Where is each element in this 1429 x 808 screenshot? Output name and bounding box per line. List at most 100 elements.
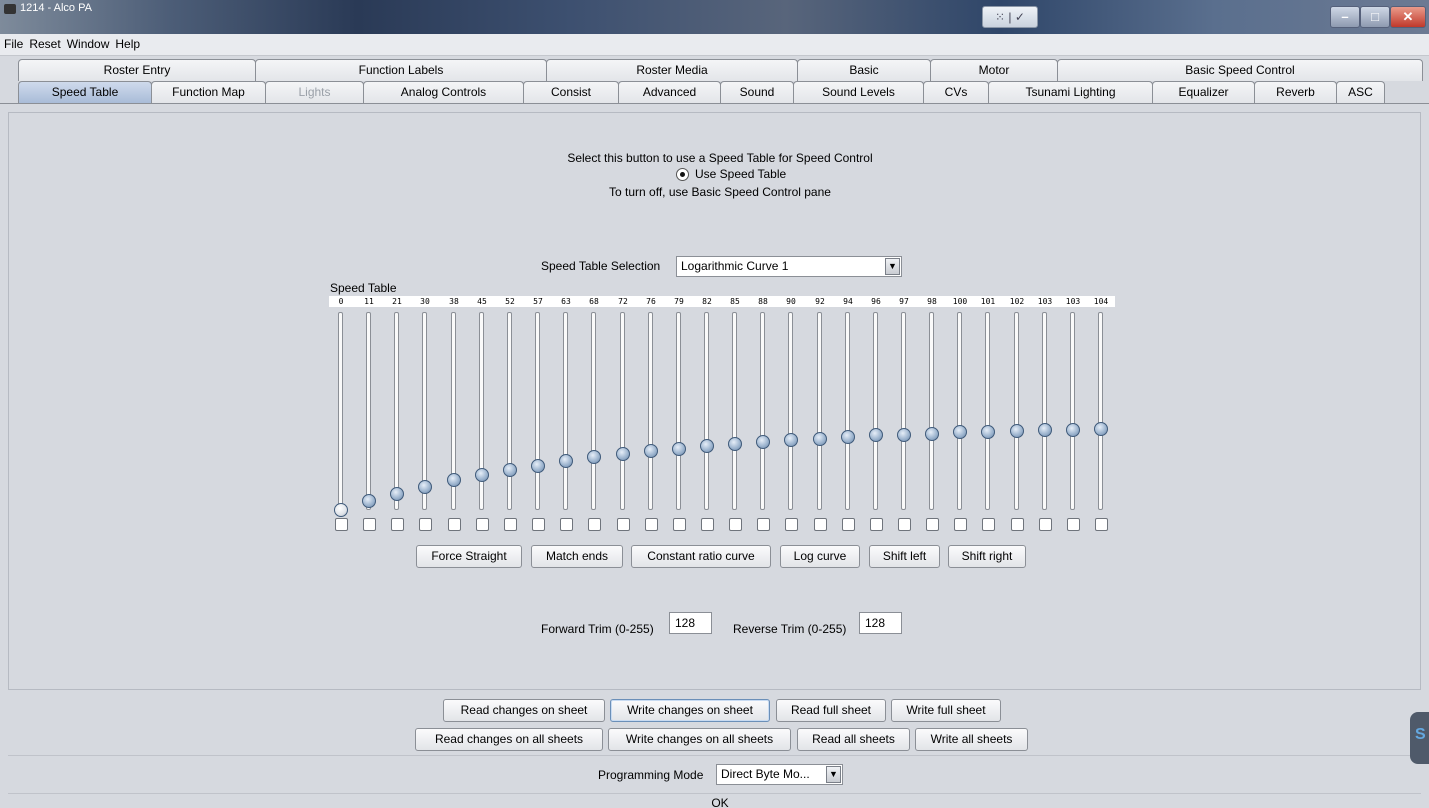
speed-step-slider-track[interactable]	[1042, 312, 1047, 510]
speed-step-lock-checkbox[interactable]	[419, 518, 432, 531]
snap-control-icon[interactable]: ⁙ | ✓	[982, 6, 1038, 28]
speed-step-lock-checkbox[interactable]	[588, 518, 601, 531]
speed-step-lock-checkbox[interactable]	[701, 518, 714, 531]
speed-step-lock-checkbox[interactable]	[898, 518, 911, 531]
speed-step-slider-thumb[interactable]	[953, 425, 967, 439]
speed-step-slider-track[interactable]	[1098, 312, 1103, 510]
tab-function-labels[interactable]: Function Labels	[255, 59, 547, 81]
tab-basic[interactable]: Basic	[797, 59, 931, 81]
speed-step-slider-thumb[interactable]	[334, 503, 348, 517]
speed-step-slider-thumb[interactable]	[1066, 423, 1080, 437]
speed-step-lock-checkbox[interactable]	[448, 518, 461, 531]
speed-step-slider-thumb[interactable]	[869, 428, 883, 442]
speed-step-slider-track[interactable]	[535, 312, 540, 510]
speed-step-slider-track[interactable]	[338, 312, 343, 510]
speed-step-slider-track[interactable]	[901, 312, 906, 510]
speed-step-slider-thumb[interactable]	[503, 463, 517, 477]
speed-step-slider-track[interactable]	[704, 312, 709, 510]
close-icon[interactable]: ✕	[1390, 6, 1426, 28]
speed-step-slider-track[interactable]	[507, 312, 512, 510]
speed-step-slider-track[interactable]	[760, 312, 765, 510]
force-straight-button[interactable]: Force Straight	[416, 545, 522, 568]
speed-step-slider-thumb[interactable]	[447, 473, 461, 487]
speed-step-lock-checkbox[interactable]	[1039, 518, 1052, 531]
speed-step-lock-checkbox[interactable]	[1095, 518, 1108, 531]
speed-step-slider-track[interactable]	[676, 312, 681, 510]
tab-sound[interactable]: Sound	[720, 81, 794, 103]
reverse-trim-input[interactable]: 128	[859, 612, 902, 634]
speed-step-slider-track[interactable]	[929, 312, 934, 510]
constant-ratio-curve-button[interactable]: Constant ratio curve	[631, 545, 771, 568]
tab-advanced[interactable]: Advanced	[618, 81, 721, 103]
speed-step-lock-checkbox[interactable]	[757, 518, 770, 531]
write-full-sheet-button[interactable]: Write full sheet	[891, 699, 1001, 722]
speed-step-lock-checkbox[interactable]	[645, 518, 658, 531]
speed-step-lock-checkbox[interactable]	[870, 518, 883, 531]
speed-step-slider-track[interactable]	[788, 312, 793, 510]
speed-step-slider-thumb[interactable]	[616, 447, 630, 461]
write-all-sheets-button[interactable]: Write all sheets	[915, 728, 1028, 751]
menu-help[interactable]: Help	[111, 34, 142, 51]
speed-step-slider-thumb[interactable]	[390, 487, 404, 501]
shift-left-button[interactable]: Shift left	[869, 545, 940, 568]
read-all-sheets-button[interactable]: Read all sheets	[797, 728, 910, 751]
log-curve-button[interactable]: Log curve	[780, 545, 860, 568]
speed-step-slider-track[interactable]	[732, 312, 737, 510]
speed-step-lock-checkbox[interactable]	[560, 518, 573, 531]
shift-right-button[interactable]: Shift right	[948, 545, 1026, 568]
speed-step-slider-thumb[interactable]	[813, 432, 827, 446]
menu-reset[interactable]: Reset	[25, 34, 62, 51]
speed-step-slider-thumb[interactable]	[531, 459, 545, 473]
speed-step-slider-track[interactable]	[366, 312, 371, 510]
speed-step-slider-thumb[interactable]	[784, 433, 798, 447]
tab-motor[interactable]: Motor	[930, 59, 1058, 81]
speed-step-lock-checkbox[interactable]	[982, 518, 995, 531]
tab-speed-table[interactable]: Speed Table	[18, 81, 152, 103]
forward-trim-input[interactable]: 128	[669, 612, 712, 634]
speed-step-slider-thumb[interactable]	[672, 442, 686, 456]
speed-step-slider-thumb[interactable]	[897, 428, 911, 442]
tab-analog-controls[interactable]: Analog Controls	[363, 81, 524, 103]
speed-step-slider-thumb[interactable]	[475, 468, 489, 482]
maximize-icon[interactable]: □	[1360, 6, 1390, 28]
speed-step-slider-track[interactable]	[591, 312, 596, 510]
speed-step-lock-checkbox[interactable]	[1067, 518, 1080, 531]
speed-step-lock-checkbox[interactable]	[391, 518, 404, 531]
tab-equalizer[interactable]: Equalizer	[1152, 81, 1255, 103]
speed-step-slider-thumb[interactable]	[728, 437, 742, 451]
use-speed-table-radio[interactable]	[676, 168, 689, 181]
tab-cvs[interactable]: CVs	[923, 81, 989, 103]
speed-step-slider-track[interactable]	[648, 312, 653, 510]
speed-step-slider-track[interactable]	[1014, 312, 1019, 510]
speed-step-lock-checkbox[interactable]	[532, 518, 545, 531]
speed-step-lock-checkbox[interactable]	[1011, 518, 1024, 531]
speed-step-slider-thumb[interactable]	[981, 425, 995, 439]
menu-window[interactable]: Window	[63, 34, 112, 51]
tab-consist[interactable]: Consist	[523, 81, 619, 103]
speed-step-slider-track[interactable]	[394, 312, 399, 510]
speed-step-lock-checkbox[interactable]	[785, 518, 798, 531]
speed-step-slider-track[interactable]	[957, 312, 962, 510]
speed-step-slider-track[interactable]	[1070, 312, 1075, 510]
tab-roster-media[interactable]: Roster Media	[546, 59, 798, 81]
speed-step-slider-thumb[interactable]	[841, 430, 855, 444]
speed-step-lock-checkbox[interactable]	[842, 518, 855, 531]
speed-step-lock-checkbox[interactable]	[335, 518, 348, 531]
speed-step-slider-thumb[interactable]	[644, 444, 658, 458]
speed-step-slider-track[interactable]	[985, 312, 990, 510]
speed-step-lock-checkbox[interactable]	[673, 518, 686, 531]
speed-step-lock-checkbox[interactable]	[926, 518, 939, 531]
read-changes-on-all-sheets-button[interactable]: Read changes on all sheets	[415, 728, 603, 751]
speed-step-slider-thumb[interactable]	[925, 427, 939, 441]
tab-asc[interactable]: ASC	[1336, 81, 1385, 103]
speed-step-slider-thumb[interactable]	[362, 494, 376, 508]
speed-step-lock-checkbox[interactable]	[729, 518, 742, 531]
speed-step-lock-checkbox[interactable]	[814, 518, 827, 531]
speed-step-slider-track[interactable]	[845, 312, 850, 510]
tab-sound-levels[interactable]: Sound Levels	[793, 81, 924, 103]
speed-step-lock-checkbox[interactable]	[504, 518, 517, 531]
tab-basic-speed-control[interactable]: Basic Speed Control	[1057, 59, 1423, 81]
speed-step-slider-thumb[interactable]	[1038, 423, 1052, 437]
speed-step-lock-checkbox[interactable]	[476, 518, 489, 531]
speed-step-lock-checkbox[interactable]	[363, 518, 376, 531]
